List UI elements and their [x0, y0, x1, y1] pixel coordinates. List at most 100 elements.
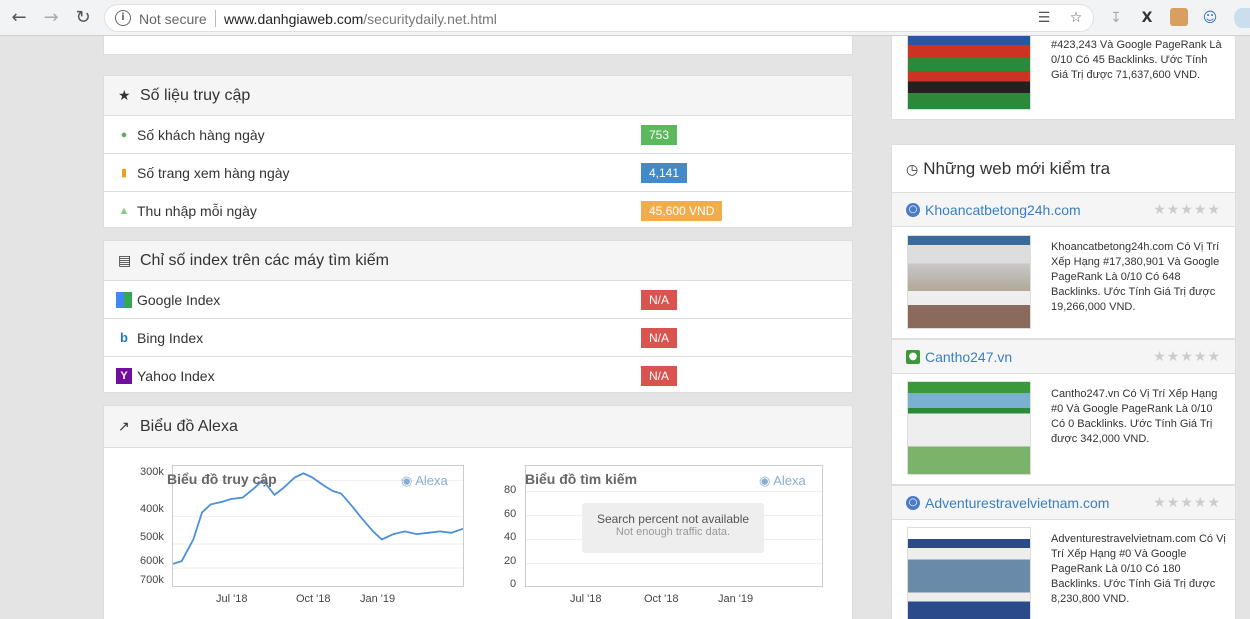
x-tick: Oct '18 [296, 593, 331, 605]
bookmark-star-icon[interactable]: ☆ [1067, 9, 1085, 27]
y-tick: 20 [504, 555, 517, 567]
users-icon: ● [120, 128, 128, 141]
index-label: Bing Index [137, 329, 204, 346]
panel-header: ★ Số liệu truy cập [104, 76, 852, 116]
bar-chart-icon: ▮ [120, 167, 128, 179]
stat-label: Số khách hàng ngày [137, 126, 265, 143]
extension-download-icon[interactable]: ↧ [1106, 8, 1126, 28]
browser-toolbar: ← → ↻ i Not secure www.danhgiaweb.com/se… [0, 0, 1250, 36]
alexa-logo: ◉ Alexa [759, 473, 806, 488]
forward-icon[interactable]: → [40, 7, 62, 29]
line-chart-icon: ↗ [118, 418, 130, 434]
site-description: Khoancatbetong24h.com Có Vị Trí Xếp Hạng… [1051, 241, 1220, 313]
index-row-bing: b Bing Index N/A [104, 319, 852, 357]
bar-chart-icon: ▤ [118, 252, 132, 268]
site-link[interactable]: Adventurestravelvietnam.com [925, 495, 1109, 511]
site-description: Adventurestravelvietnam.com Có Vị Trí Xế… [1051, 533, 1226, 605]
rating-stars: ★★★★★ [1153, 349, 1221, 365]
y-tick: 0 [510, 578, 517, 590]
stat-row-visitors: ● Số khách hàng ngày 753 [104, 116, 852, 154]
panel-header: ◷ Những web mới kiểm tra [892, 145, 1235, 193]
bing-icon: b [120, 330, 128, 345]
site-card-adventurestravel: ○ Adventurestravelvietnam.com ★★★★★ Adve… [891, 485, 1236, 619]
info-icon[interactable]: i [115, 10, 131, 26]
stat-badge: 4,141 [641, 163, 688, 183]
x-tick: Jul '18 [216, 593, 248, 605]
new-sites-panel: ◷ Những web mới kiểm tra [891, 144, 1236, 193]
panel-header: ↗ Biểu đồ Alexa [104, 406, 852, 448]
site-link[interactable]: Cantho247.vn [925, 349, 1012, 365]
site-card-header: ○ Khoancatbetong24h.com ★★★★★ [892, 193, 1235, 227]
traffic-stats-panel: ★ Số liệu truy cập ● Số khách hàng ngày … [103, 75, 853, 228]
back-icon[interactable]: ← [8, 7, 30, 29]
stat-row-income: ▲ Thu nhập mỗi ngày 45,600 VND [104, 192, 852, 230]
stat-label: Thu nhập mỗi ngày [137, 203, 257, 219]
site-thumbnail[interactable] [907, 235, 1031, 329]
site-card-cantho247: ● Cantho247.vn ★★★★★ Cantho247.vn Có Vị … [891, 339, 1236, 485]
na-badge: N/A [641, 366, 678, 386]
previous-panel-bottom [103, 36, 853, 55]
y-tick: 40 [504, 531, 517, 543]
site-card-khoancatbetong: ○ Khoancatbetong24h.com ★★★★★ Khoancatbe… [891, 192, 1236, 339]
chart-title: Biểu đồ tìm kiếm [525, 471, 638, 487]
rating-stars: ★★★★★ [1153, 495, 1221, 511]
site-thumbnail[interactable] [907, 381, 1031, 475]
star-half-icon: ★ [118, 87, 131, 103]
x-tick: Oct '18 [644, 593, 679, 605]
y-tick: 600k [140, 555, 164, 567]
translate-icon[interactable]: ☰ [1035, 9, 1053, 27]
y-tick: 400k [140, 503, 164, 515]
index-row-google: Google Index N/A [104, 281, 852, 319]
stat-row-pageviews: ▮ Số trang xem hàng ngày 4,141 [104, 154, 852, 192]
no-data-message: Search percent not available Not enough … [582, 503, 764, 553]
na-badge: N/A [641, 290, 678, 310]
alexa-logo: ◉ Alexa [401, 473, 448, 488]
site-thumbnail[interactable] [907, 527, 1031, 619]
divider [215, 10, 216, 27]
google-icon [116, 291, 132, 308]
profile-icon[interactable] [1234, 8, 1250, 28]
clock-icon: ◷ [906, 160, 919, 177]
index-row-yahoo: Y Yahoo Index N/A [104, 357, 852, 395]
rating-stars: ★★★★★ [1153, 202, 1221, 218]
site-description: Cantho247.vn Có Vị Trí Xếp Hạng #0 Và Go… [1051, 388, 1218, 445]
x-tick: Jul '18 [570, 593, 602, 605]
panel-title: Số liệu truy cập [140, 86, 251, 104]
extension-x-icon[interactable]: X [1137, 8, 1157, 28]
panel-title: Chỉ số index trên các máy tìm kiếm [140, 251, 389, 269]
na-badge: N/A [641, 328, 678, 348]
y-tick: 80 [504, 484, 517, 496]
y-tick: 300k [140, 466, 164, 478]
stat-badge: 753 [641, 125, 678, 145]
site-card-header: ○ Adventurestravelvietnam.com ★★★★★ [892, 486, 1235, 520]
y-tick: 500k [140, 531, 164, 543]
panel-title: Những web mới kiểm tra [923, 159, 1111, 178]
index-label: Google Index [137, 291, 221, 308]
yahoo-icon: Y [116, 368, 132, 384]
extension-user-icon[interactable]: ☺ [1200, 8, 1220, 28]
globe-icon: ○ [906, 495, 920, 510]
site-card-previous: #423,243 Và Google PageRank Là 0/10 Có 4… [891, 36, 1236, 120]
security-label: Not secure [139, 11, 207, 27]
panel-header: ▤ Chỉ số index trên các máy tìm kiếm [104, 241, 852, 281]
stat-label: Số trang xem hàng ngày [137, 164, 290, 181]
index-label: Yahoo Index [137, 368, 215, 384]
alexa-chart-panel: ↗ Biểu đồ Alexa 300k 400k 500k 600k 700k… [103, 405, 853, 619]
panel-title: Biểu đồ Alexa [140, 417, 238, 435]
site-description: #423,243 Và Google PageRank Là 0/10 Có 4… [1051, 39, 1222, 81]
money-icon: ▲ [118, 205, 130, 217]
chart-title: Biểu đồ truy cập [167, 471, 277, 487]
stat-badge: 45,600 VND [641, 201, 723, 221]
x-tick: Jan '19 [718, 593, 754, 605]
y-tick: 60 [504, 508, 517, 520]
site-thumbnail[interactable] [907, 36, 1031, 110]
site-link[interactable]: Khoancatbetong24h.com [925, 202, 1081, 218]
reload-icon[interactable]: ↻ [72, 7, 94, 29]
site-card-header: ● Cantho247.vn ★★★★★ [892, 340, 1235, 374]
address-bar[interactable]: i Not secure www.danhgiaweb.com/security… [104, 4, 1094, 32]
url-text[interactable]: www.danhgiaweb.com/securitydaily.net.htm… [224, 11, 497, 27]
extension-face-icon[interactable] [1170, 8, 1188, 26]
x-tick: Jan '19 [360, 593, 396, 605]
site-favicon-icon: ● [906, 349, 920, 364]
globe-icon: ○ [906, 202, 920, 217]
